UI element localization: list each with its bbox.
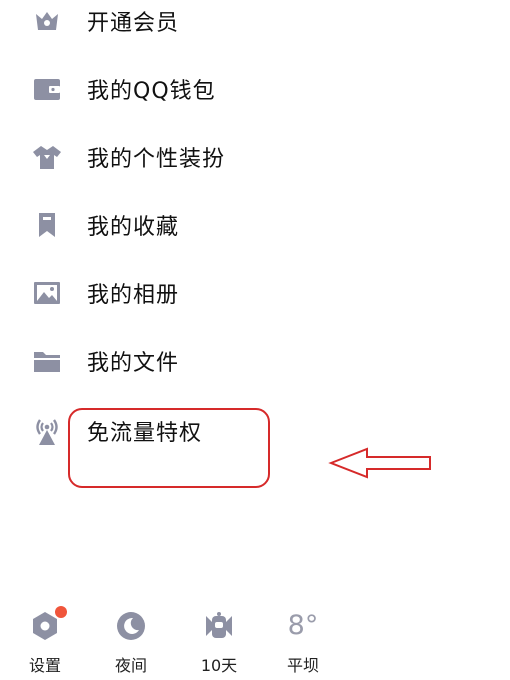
weather-forecast-button[interactable]: 10天: [184, 608, 254, 678]
menu-item-label: 我的QQ钱包: [87, 79, 216, 104]
bookmark-icon: [30, 208, 64, 242]
menu-item-label: 我的文件: [87, 351, 180, 376]
annotation-highlight-box: [68, 408, 270, 488]
weather-mascot-icon: [201, 608, 237, 644]
folder-icon: [30, 344, 64, 378]
temperature-value: 8°: [287, 610, 319, 641]
menu-item-album[interactable]: 我的相册: [0, 268, 510, 318]
settings-icon: [27, 606, 67, 644]
shirt-icon: [30, 140, 64, 174]
weather-days-label: 10天: [200, 656, 238, 675]
menu-item-label: 我的收藏: [87, 215, 180, 240]
crown-icon: [30, 4, 64, 38]
night-mode-button[interactable]: 夜间: [96, 608, 166, 678]
settings-label: 设置: [28, 656, 61, 675]
menu-item-favorites[interactable]: 我的收藏: [0, 200, 510, 250]
wallet-icon: [30, 72, 64, 106]
photo-icon: [30, 276, 64, 310]
antenna-icon: [30, 414, 64, 448]
location-weather-button[interactable]: 8° 平坝: [268, 608, 338, 678]
location-label: 平坝: [286, 656, 319, 675]
menu-item-label: 我的个性装扮: [87, 147, 226, 172]
menu-item-label: 我的相册: [87, 283, 180, 308]
menu-item-files[interactable]: 我的文件: [0, 336, 510, 386]
menu-item-vip[interactable]: 开通会员: [0, 0, 510, 46]
menu-item-wallet[interactable]: 我的QQ钱包: [0, 64, 510, 114]
menu-item-label: 开通会员: [87, 11, 180, 36]
notification-badge: [55, 606, 67, 618]
annotation-arrow-icon: [328, 447, 431, 479]
moon-icon: [113, 608, 149, 644]
settings-button[interactable]: 设置: [10, 606, 80, 678]
night-label: 夜间: [114, 656, 147, 675]
temperature-display: 8°: [285, 608, 321, 644]
menu-item-theme[interactable]: 我的个性装扮: [0, 132, 510, 182]
